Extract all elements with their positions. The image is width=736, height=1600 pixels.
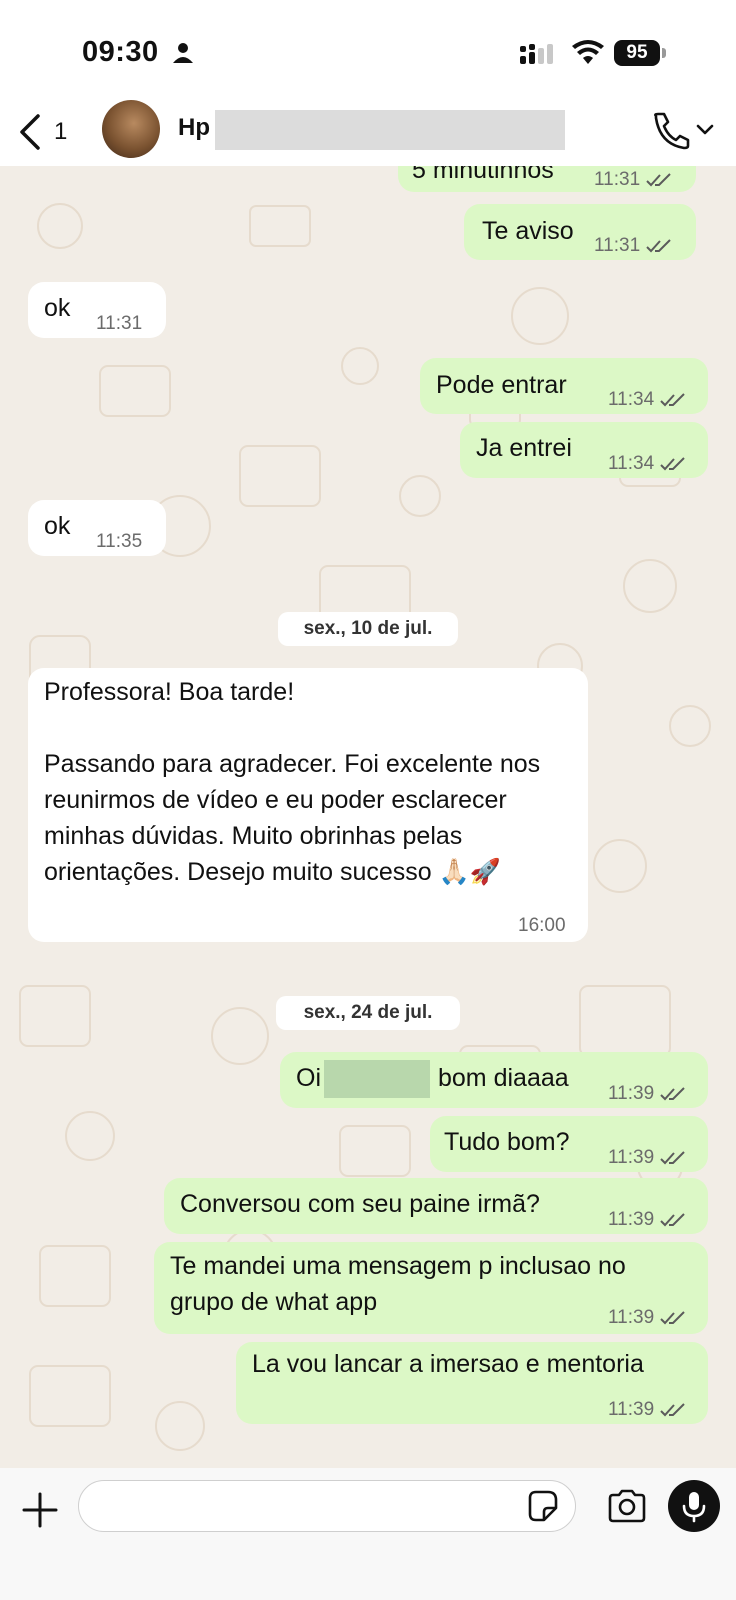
redacted-name-block (215, 110, 565, 150)
message-bubble-incoming[interactable]: ok 11:31 (28, 282, 166, 338)
back-button[interactable]: 1 (18, 112, 78, 152)
message-meta: 11:39 (608, 1300, 686, 1336)
message-text: Te aviso (482, 217, 574, 245)
message-time: 11:39 (608, 1083, 655, 1104)
status-bar: 09:30 95 (0, 0, 736, 100)
message-bubble-outgoing[interactable]: Oi bom diaaaa 11:39 (280, 1052, 708, 1108)
double-check-icon (660, 1311, 685, 1325)
double-check-icon (660, 1087, 685, 1101)
message-time: 11:39 (608, 1399, 655, 1420)
message-meta: 11:39 (608, 1392, 686, 1428)
message-meta: 11:35 (96, 524, 142, 560)
message-text-end: bom diaaaa (438, 1064, 569, 1092)
message-time: 11:34 (608, 453, 655, 474)
message-time: 11:35 (96, 531, 143, 552)
contact-name[interactable]: Hp (178, 114, 210, 142)
message-meta: 11:39 (608, 1140, 686, 1176)
message-line: Te mandei uma mensagem p inclusao no (170, 1252, 626, 1280)
battery-tip (662, 48, 666, 58)
message-text: ok (44, 294, 71, 322)
message-meta: 11:39 (608, 1202, 686, 1238)
plus-icon[interactable] (20, 1490, 60, 1530)
message-time: 11:39 (608, 1147, 655, 1168)
message-text: 5 minutinhos (412, 166, 554, 184)
battery-indicator: 95 (614, 40, 666, 66)
sticker-icon[interactable] (524, 1488, 560, 1524)
message-bubble-outgoing[interactable]: Pode entrar 11:34 (420, 358, 708, 414)
message-line: grupo de what app (170, 1288, 378, 1316)
camera-icon[interactable] (606, 1488, 648, 1524)
double-check-icon (660, 1403, 685, 1417)
double-check-icon (660, 1151, 685, 1165)
message-time: 11:31 (594, 169, 641, 190)
message-meta: 11:31 (594, 166, 672, 198)
message-bubble-outgoing[interactable]: Te aviso 11:31 (464, 204, 696, 260)
message-bubble-outgoing[interactable]: La vou lancar a imersao e mentoria 11:39 (236, 1342, 708, 1424)
microphone-button[interactable] (668, 1480, 720, 1532)
message-paragraph: Professora! Boa tarde! (44, 678, 295, 706)
message-text: Professora! Boa tarde! Passando para agr… (44, 674, 584, 890)
message-text: La vou lancar a imersao e mentoria (252, 1350, 644, 1378)
message-meta: 16:00 (518, 908, 566, 944)
message-time: 11:39 (608, 1307, 655, 1328)
message-bubble-incoming[interactable]: Professora! Boa tarde! Passando para agr… (28, 668, 588, 942)
microphone-icon (682, 1492, 706, 1523)
message-meta: 11:34 (608, 382, 686, 418)
cellular-signal-icon (520, 44, 553, 64)
message-time: 11:31 (96, 313, 143, 334)
message-time: 11:39 (608, 1209, 655, 1230)
message-bubble-outgoing[interactable]: Te mandei uma mensagem p inclusao no gru… (154, 1242, 708, 1334)
chat-header: 1 Hp (0, 100, 736, 166)
unread-count: 1 (54, 118, 68, 145)
message-text: Pode entrar (436, 371, 567, 399)
double-check-icon (646, 173, 671, 187)
double-check-icon (660, 457, 685, 471)
message-input-bar (0, 1468, 736, 1600)
battery-level: 95 (614, 40, 660, 66)
message-input[interactable] (78, 1480, 576, 1532)
contact-avatar[interactable] (102, 100, 160, 158)
date-separator: sex., 10 de jul. (278, 612, 458, 646)
message-meta: 11:34 (608, 446, 686, 482)
message-paragraph: Passando para agradecer. Foi excelente n… (44, 750, 541, 886)
message-bubble-incoming[interactable]: ok 11:35 (28, 500, 166, 556)
double-check-icon (646, 239, 671, 253)
chat-area[interactable]: 5 minutinhos 11:31 Te aviso 11:31 ok 11:… (0, 166, 736, 1468)
message-time: 11:34 (608, 389, 655, 410)
message-meta: 11:31 (594, 228, 672, 264)
double-check-icon (660, 1213, 685, 1227)
chevron-left-icon (20, 114, 40, 150)
message-text: Ja entrei (476, 434, 572, 462)
message-text: Tudo bom? (444, 1128, 570, 1156)
double-check-icon (660, 393, 685, 407)
message-meta: 11:39 (608, 1076, 686, 1112)
date-separator: sex., 24 de jul. (276, 996, 460, 1030)
message-bubble-outgoing[interactable]: Tudo bom? 11:39 (430, 1116, 708, 1172)
phone-icon[interactable] (650, 110, 720, 150)
message-meta: 11:31 (96, 306, 142, 342)
redacted-name-block (324, 1060, 430, 1098)
message-text-start: Oi (296, 1064, 321, 1092)
message-bubble-outgoing[interactable]: Conversou com seu paine irmã? 11:39 (164, 1178, 708, 1234)
message-bubble-outgoing[interactable]: 5 minutinhos 11:31 (398, 166, 696, 192)
message-time: 16:00 (518, 915, 566, 936)
message-text: ok (44, 512, 71, 540)
status-time: 09:30 (82, 36, 159, 68)
message-text: Conversou com seu paine irmã? (180, 1190, 540, 1218)
person-icon (173, 43, 193, 63)
message-bubble-outgoing[interactable]: Ja entrei 11:34 (460, 422, 708, 478)
message-time: 11:31 (594, 235, 641, 256)
wifi-icon (572, 40, 604, 64)
